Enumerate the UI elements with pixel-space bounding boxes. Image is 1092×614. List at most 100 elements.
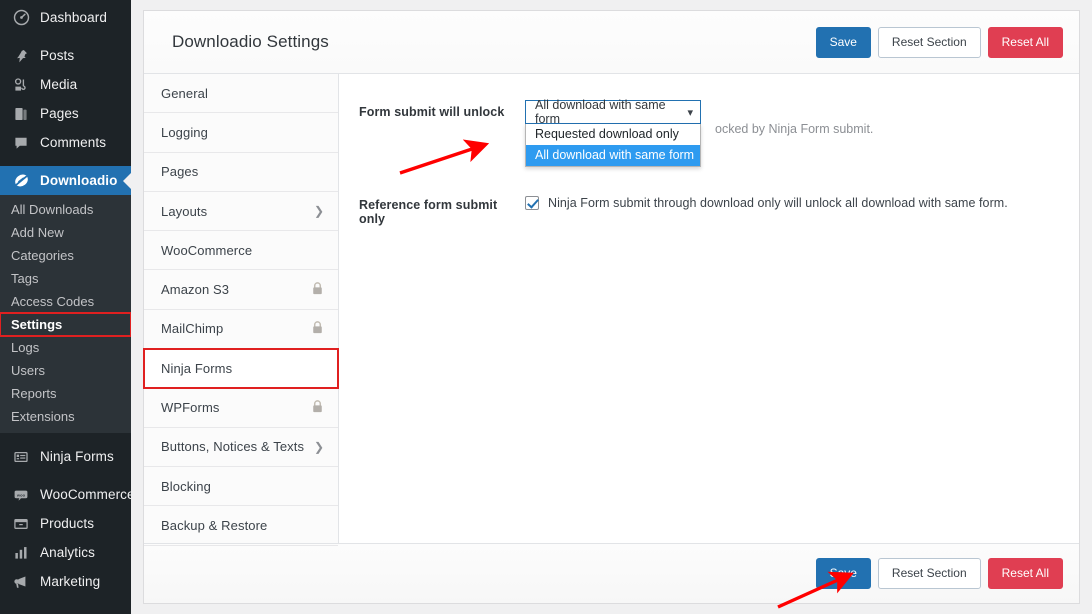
submenu-item-all-downloads[interactable]: All Downloads	[0, 198, 131, 221]
sidebar-item-posts[interactable]: Posts	[0, 41, 131, 70]
sidebar-item-label: Downloadio	[40, 173, 118, 188]
downloadio-icon	[11, 171, 31, 191]
tab-label: General	[161, 85, 208, 101]
sidebar-item-label: WooCommerce	[40, 487, 131, 502]
select-trigger[interactable]: All download with same form ▾	[525, 98, 701, 126]
sidebar-item-products[interactable]: Products	[0, 509, 131, 538]
tab-label: Amazon S3	[161, 282, 230, 298]
tab-layouts[interactable]: Layouts ❯	[144, 192, 338, 232]
sidebar-item-pages[interactable]: Pages	[0, 99, 131, 128]
select-option-requested-download-only[interactable]: Requested download only	[526, 124, 700, 145]
sidebar-item-comments[interactable]: Comments	[0, 128, 131, 157]
unlock-select[interactable]: All download with same form ▾ Requested …	[525, 98, 701, 167]
reset-all-button-bottom[interactable]: Reset All	[987, 558, 1063, 589]
svg-text:woo: woo	[16, 492, 26, 497]
save-button-bottom[interactable]: Save	[815, 558, 871, 589]
field-control: Ninja Form submit through download only …	[525, 193, 1059, 210]
field-reference-form-submit-only: Reference form submit only Ninja Form su…	[339, 193, 1079, 226]
submenu-item-access-codes[interactable]: Access Codes	[0, 290, 131, 313]
field-label: Reference form submit only	[359, 198, 498, 226]
submenu-item-tags[interactable]: Tags	[0, 267, 131, 290]
select-option-all-download-with-same-form[interactable]: All download with same form	[526, 145, 700, 166]
sidebar-item-appearance[interactable]: Appearance	[0, 605, 131, 614]
sidebar-divider	[0, 596, 131, 605]
sidebar-item-label: Analytics	[40, 545, 95, 560]
tab-label: Backup & Restore	[161, 517, 268, 533]
appearance-icon	[11, 610, 31, 614]
sidebar-item-label: Comments	[40, 135, 107, 150]
select-options-list: Requested download only All download wit…	[525, 124, 701, 167]
settings-tabs-list: General Logging Pages Layouts ❯ WooComme…	[143, 74, 339, 546]
content-area: Downloadio Settings Save Reset Section R…	[131, 0, 1092, 614]
sidebar-divider	[0, 157, 131, 166]
tab-mailchimp[interactable]: MailChimp	[144, 310, 338, 350]
sidebar-item-label: Pages	[40, 106, 79, 121]
pin-icon	[11, 46, 31, 66]
tab-logging[interactable]: Logging	[144, 113, 338, 153]
tab-label: Layouts	[161, 203, 208, 219]
submenu-item-extensions[interactable]: Extensions	[0, 405, 131, 428]
tab-general[interactable]: General	[144, 74, 338, 114]
tab-backup-restore[interactable]: Backup & Restore	[144, 506, 338, 546]
field-label: Form submit will unlock	[359, 105, 505, 119]
tab-label: Pages	[161, 164, 199, 180]
lock-icon	[311, 281, 324, 299]
page-icon	[11, 104, 31, 124]
reference-checkbox-wrap[interactable]: Ninja Form submit through download only …	[525, 193, 1008, 210]
woocommerce-icon: woo	[11, 485, 31, 505]
sidebar-item-downloadio[interactable]: Downloadio	[0, 166, 131, 195]
sidebar-item-ninja-forms[interactable]: Ninja Forms	[0, 442, 131, 471]
tab-wpforms[interactable]: WPForms	[144, 388, 338, 428]
tab-amazon-s3[interactable]: Amazon S3	[144, 270, 338, 310]
tab-label: WPForms	[161, 400, 220, 416]
panel-footer: Save Reset Section Reset All	[144, 543, 1079, 603]
sidebar-item-label: Posts	[40, 48, 75, 63]
save-button-top[interactable]: Save	[815, 26, 871, 58]
sidebar-item-label: Media	[40, 77, 78, 92]
panel-header: Downloadio Settings Save Reset Section R…	[144, 11, 1079, 74]
chevron-down-icon: ▾	[687, 106, 693, 119]
reset-section-button-bottom[interactable]: Reset Section	[877, 558, 981, 589]
reference-checkbox[interactable]	[525, 196, 539, 210]
reset-section-button-top[interactable]: Reset Section	[877, 26, 981, 58]
submenu-item-settings[interactable]: Settings	[0, 312, 131, 337]
sidebar-item-marketing[interactable]: Marketing	[0, 567, 131, 596]
tab-label: Blocking	[161, 478, 211, 494]
tab-ninja-forms[interactable]: Ninja Forms	[143, 348, 339, 390]
settings-form: Form submit will unlock All download wit…	[339, 74, 1079, 543]
downloadio-submenu: All Downloads Add New Categories Tags Ac…	[0, 195, 131, 433]
submenu-item-users[interactable]: Users	[0, 359, 131, 382]
lock-icon	[311, 399, 324, 417]
tab-label: Logging	[161, 124, 208, 140]
media-icon	[11, 75, 31, 95]
sidebar-item-media[interactable]: Media	[0, 70, 131, 99]
sidebar-item-label: Dashboard	[40, 10, 107, 25]
sidebar-item-woocommerce[interactable]: woo WooCommerce	[0, 480, 131, 509]
admin-sidebar: Dashboard Posts Media Pages Comments Dow…	[0, 0, 131, 614]
lock-icon	[311, 320, 324, 338]
marketing-icon	[11, 572, 31, 592]
submenu-item-logs[interactable]: Logs	[0, 336, 131, 359]
products-icon	[11, 514, 31, 534]
header-actions: Save Reset Section Reset All	[815, 26, 1063, 58]
tab-label: WooCommerce	[161, 242, 253, 258]
field-form-submit-will-unlock: Form submit will unlock All download wit…	[339, 98, 1079, 167]
submenu-item-categories[interactable]: Categories	[0, 244, 131, 267]
comment-icon	[11, 133, 31, 153]
reset-all-button-top[interactable]: Reset All	[987, 26, 1063, 58]
panel-body: General Logging Pages Layouts ❯ WooComme…	[143, 74, 1079, 546]
tab-label: MailChimp	[161, 321, 224, 337]
tab-woocommerce[interactable]: WooCommerce	[144, 231, 338, 271]
submenu-item-add-new[interactable]: Add New	[0, 221, 131, 244]
field-control: All download with same form ▾ Requested …	[525, 98, 1059, 167]
sidebar-item-label: Marketing	[40, 574, 101, 589]
sidebar-item-analytics[interactable]: Analytics	[0, 538, 131, 567]
ninja-forms-icon	[11, 447, 31, 467]
submenu-item-reports[interactable]: Reports	[0, 382, 131, 405]
chevron-right-icon: ❯	[313, 439, 324, 454]
tab-blocking[interactable]: Blocking	[144, 467, 338, 507]
sidebar-item-dashboard[interactable]: Dashboard	[0, 3, 131, 32]
tab-buttons-notices-texts[interactable]: Buttons, Notices & Texts ❯	[144, 428, 338, 467]
sidebar-divider	[0, 433, 131, 442]
tab-pages[interactable]: Pages	[144, 153, 338, 192]
